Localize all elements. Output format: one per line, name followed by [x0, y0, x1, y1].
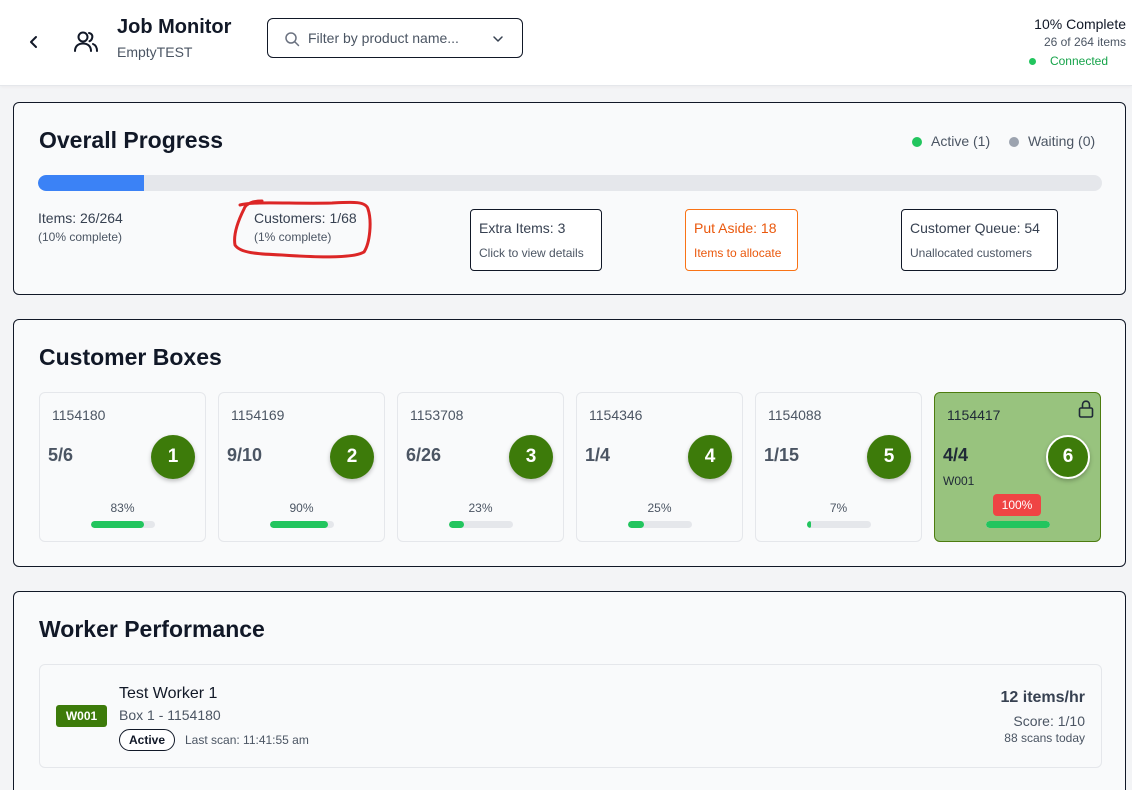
overall-progress-card: Overall Progress Active (1) Waiting (0) … — [13, 102, 1126, 295]
customer-boxes-card: Customer Boxes 1154180 5/6 1 83% 1154169 9/10… — [13, 319, 1126, 567]
box-percent: 90% — [289, 501, 314, 515]
customer-box[interactable]: 1154346 1/4 4 25% — [576, 392, 743, 542]
app-header: Job Monitor EmptyTEST Filter by product … — [0, 0, 1132, 86]
box-number-badge: 5 — [867, 435, 911, 479]
overall-progress-title: Overall Progress — [39, 127, 224, 153]
customer-box[interactable]: 1154169 9/10 2 90% — [218, 392, 385, 542]
connection-status: Connected — [1049, 54, 1108, 68]
put-aside-box[interactable]: Put Aside: 18 Items to allocate — [685, 209, 798, 271]
lock-icon[interactable] — [1076, 399, 1096, 419]
legend-waiting-label: Waiting (0) — [1028, 133, 1096, 149]
box-count: 6/26 — [406, 445, 442, 465]
legend-waiting: Waiting (0) — [1009, 133, 1095, 149]
worker-status-badge: Active — [119, 729, 176, 751]
box-percent-badge: 100% — [993, 494, 1041, 516]
box-percent: 23% — [468, 501, 493, 515]
box-progress-fill — [91, 521, 145, 528]
legend-active: Active (1) — [912, 133, 990, 149]
worker-performance-title: Worker Performance — [39, 616, 265, 642]
overall-progress-fill — [38, 175, 145, 191]
worker-id-badge: W001 — [56, 705, 107, 727]
customer-queue-box[interactable]: Customer Queue: 54 Unallocated customers — [901, 209, 1058, 271]
box-progress-fill — [449, 521, 464, 528]
box-count: 5/6 — [48, 445, 74, 465]
chevron-left-icon — [30, 36, 37, 48]
items-count: 26 of 264 items — [1043, 35, 1126, 49]
box-id: 1153708 — [410, 407, 464, 423]
box-progress-bar — [986, 521, 1050, 528]
chevron-down-icon — [493, 36, 503, 42]
worker-scans-today: 88 scans today — [1004, 731, 1085, 745]
worker-row[interactable]: W001 Test Worker 1 Box 1 - 1154180 Activ… — [39, 664, 1102, 768]
box-count: 1/15 — [764, 445, 800, 465]
box-number-badge: 2 — [330, 435, 374, 479]
box-progress-bar — [270, 521, 334, 528]
put-aside-title: Put Aside: 18 — [694, 220, 777, 236]
box-worker: W001 — [943, 474, 975, 488]
box-progress-fill — [986, 521, 1050, 528]
box-percent: 83% — [110, 501, 135, 515]
connection-dot-icon — [1029, 58, 1036, 65]
box-progress-fill — [807, 521, 812, 528]
items-stat: Items: 26/264 (10% complete) — [38, 210, 123, 244]
box-id: 1154417 — [947, 407, 1001, 423]
customer-box[interactable]: 1154180 5/6 1 83% — [39, 392, 206, 542]
back-button[interactable] — [22, 30, 46, 54]
box-percent: 25% — [647, 501, 672, 515]
page-title: Job Monitor — [117, 16, 232, 38]
customer-box[interactable]: 1154088 1/15 5 7% — [755, 392, 922, 542]
box-number-badge: 1 — [151, 435, 195, 479]
active-dot-icon — [912, 137, 922, 147]
customer-queue-hint: Unallocated customers — [910, 246, 1033, 260]
extra-items-hint: Click to view details — [479, 246, 584, 260]
box-progress-bar — [449, 521, 513, 528]
worker-rate: 12 items/hr — [1000, 689, 1085, 706]
box-id: 1154180 — [52, 407, 106, 423]
customer-box[interactable]: 1153708 6/26 3 23% — [397, 392, 564, 542]
customer-box[interactable]: 1154417 4/4 6 W001 100% — [934, 392, 1101, 542]
job-name: EmptyTEST — [117, 44, 193, 60]
worker-performance-card: Worker Performance W001 Test Worker 1 Bo… — [13, 591, 1126, 790]
put-aside-hint: Items to allocate — [694, 246, 782, 260]
product-filter-dropdown[interactable]: Filter by product name... — [267, 18, 523, 58]
overall-progress-bar — [38, 175, 1102, 191]
extra-items-box[interactable]: Extra Items: 3 Click to view details — [470, 209, 602, 271]
box-progress-fill — [270, 521, 328, 528]
box-progress-bar — [807, 521, 871, 528]
red-annotation-circle — [233, 199, 372, 259]
search-icon — [285, 32, 300, 47]
box-progress-bar — [628, 521, 692, 528]
legend-active-label: Active (1) — [931, 133, 991, 149]
items-stat-value: Items: 26/264 — [38, 210, 123, 226]
extra-items-title: Extra Items: 3 — [479, 220, 566, 236]
worker-name: Test Worker 1 — [119, 685, 218, 702]
box-id: 1154088 — [768, 407, 822, 423]
box-count: 1/4 — [585, 445, 611, 465]
box-number-badge: 6 — [1046, 435, 1090, 479]
worker-box: Box 1 - 1154180 — [119, 707, 221, 723]
box-progress-bar — [91, 521, 155, 528]
customer-queue-title: Customer Queue: 54 — [910, 220, 1040, 236]
box-progress-fill — [628, 521, 644, 528]
items-stat-percent: (10% complete) — [38, 230, 123, 244]
worker-last-scan: Last scan: 11:41:55 am — [185, 733, 309, 747]
box-count: 9/10 — [227, 445, 263, 465]
worker-score: Score: 1/10 — [1013, 713, 1085, 729]
box-id: 1154169 — [231, 407, 285, 423]
filter-placeholder: Filter by product name... — [308, 30, 459, 46]
box-id: 1154346 — [589, 407, 643, 423]
box-number-badge: 3 — [509, 435, 553, 479]
box-percent: 7% — [829, 501, 848, 515]
customer-boxes-title: Customer Boxes — [39, 344, 222, 370]
box-number-badge: 4 — [688, 435, 732, 479]
waiting-dot-icon — [1009, 137, 1019, 147]
box-count: 4/4 — [943, 445, 969, 465]
users-icon — [74, 31, 98, 52]
completion-percent: 10% Complete — [1034, 16, 1126, 32]
